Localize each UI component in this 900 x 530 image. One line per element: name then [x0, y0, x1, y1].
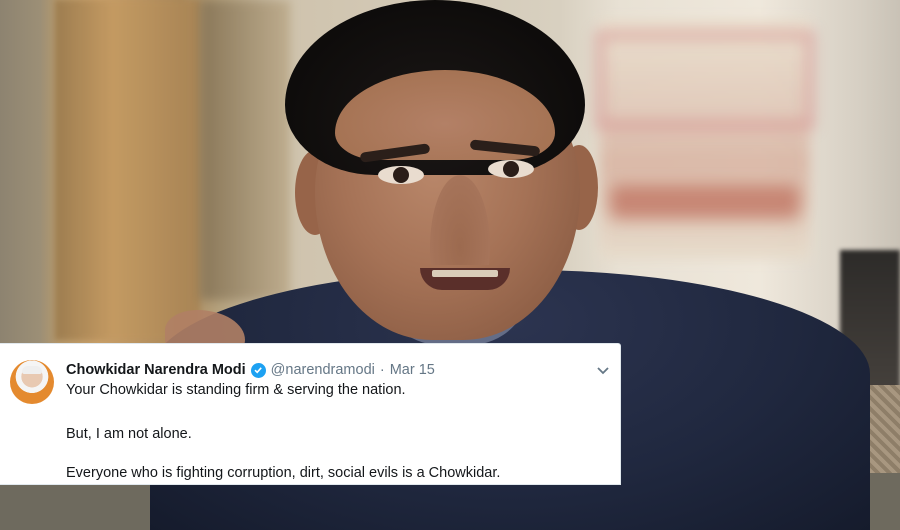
background-wall [200, 0, 290, 300]
background-poster-frame [595, 30, 815, 130]
background-poster-band [610, 185, 800, 219]
person-pupil-right [503, 161, 519, 177]
tweet-header: Chowkidar Narendra Modi @narendramodi · … [66, 360, 435, 380]
person-pupil-left [393, 167, 409, 183]
tweet-text-line: But, I am not alone. [66, 426, 192, 442]
tweet-text-line: Your Chowkidar is standing firm & servin… [66, 382, 406, 398]
meta-separator: · [379, 362, 385, 378]
author-handle[interactable]: @narendramodi [271, 362, 375, 378]
person-nose [430, 175, 490, 265]
author-name[interactable]: Chowkidar Narendra Modi [66, 362, 246, 378]
tweet-date[interactable]: Mar 15 [390, 362, 435, 378]
avatar-hair [22, 366, 42, 374]
verified-badge-icon [250, 362, 266, 378]
background-door [55, 0, 200, 340]
chevron-down-icon[interactable] [596, 366, 610, 376]
tweet-card[interactable]: Chowkidar Narendra Modi @narendramodi · … [0, 344, 620, 484]
person-teeth [432, 270, 498, 277]
profile-avatar[interactable] [10, 360, 54, 404]
tweet-text-line: Everyone who is fighting corruption, dir… [66, 465, 501, 481]
